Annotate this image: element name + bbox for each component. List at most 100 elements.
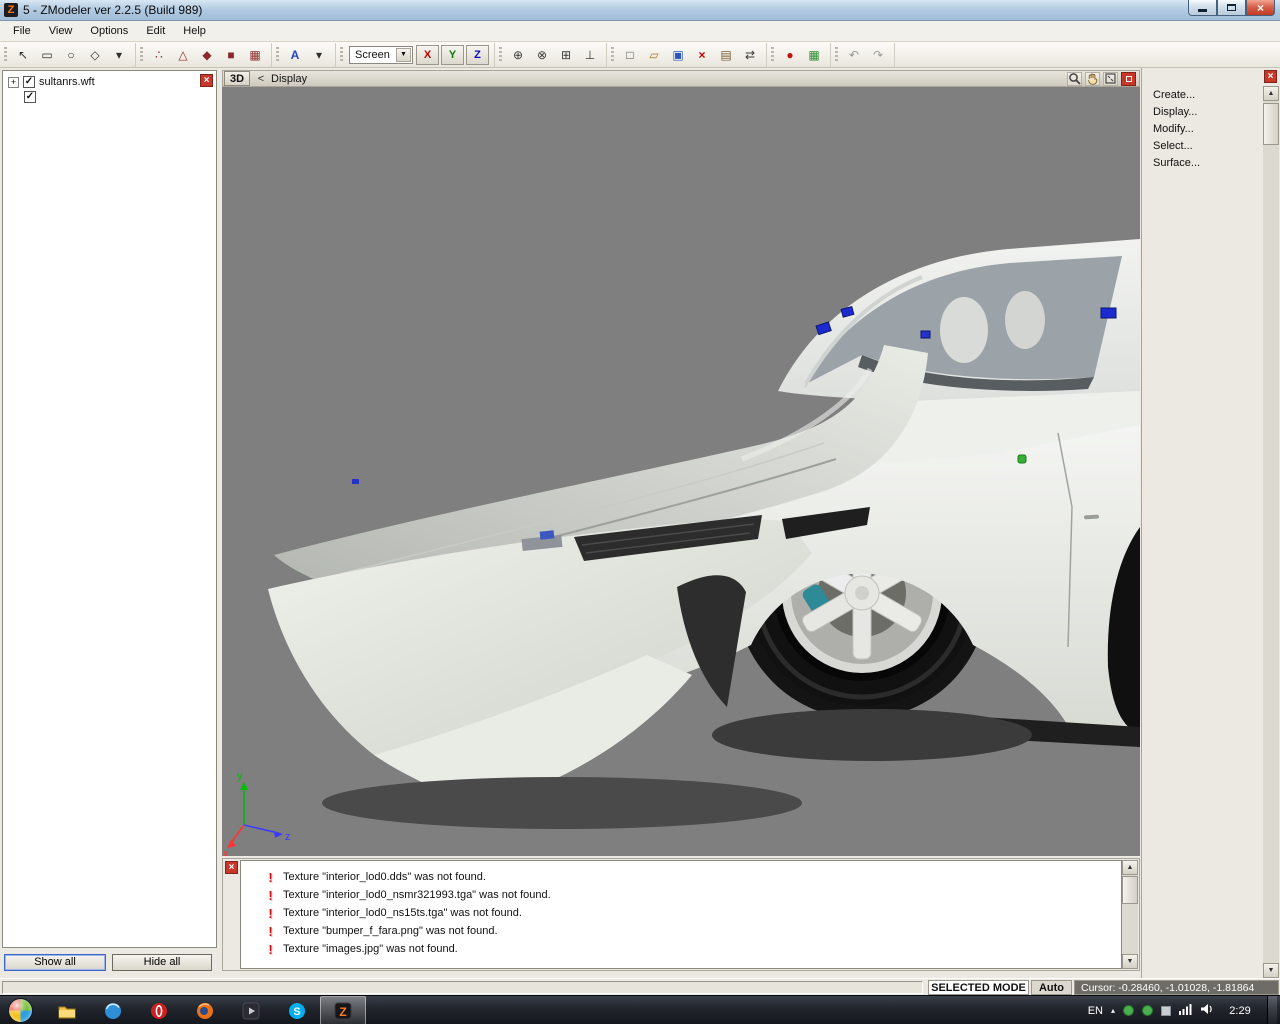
command-modify[interactable]: Modify... <box>1142 120 1262 137</box>
right-scrollbar-track[interactable] <box>1263 86 1279 978</box>
scene-tree[interactable]: × + ✓ sultanrs.wft ✓ <box>2 70 217 948</box>
snap-edge-icon[interactable]: ⊗ <box>531 45 553 65</box>
vertices-level-icon[interactable]: ∴ <box>148 45 170 65</box>
titlebar[interactable]: Z 5 - ZModeler ver 2.2.5 (Build 989) × <box>0 0 1280 21</box>
start-button[interactable] <box>8 998 33 1023</box>
close-button[interactable]: × <box>1246 0 1275 16</box>
viewport-mode-title[interactable]: Display <box>271 73 307 85</box>
coordinate-space-combobox[interactable]: Screen ▼ <box>349 46 413 64</box>
log-scrollbar[interactable]: ▲ ▼ <box>1122 860 1138 969</box>
polygons-level-icon[interactable]: ◆ <box>196 45 218 65</box>
tray-app-icon-1[interactable] <box>1123 1005 1134 1016</box>
uv-mapper-icon[interactable]: ▦ <box>803 45 825 65</box>
fit-view-icon[interactable] <box>1103 72 1118 86</box>
hidden-icons-arrow-icon[interactable]: ▴ <box>1111 1006 1115 1015</box>
command-display[interactable]: Display... <box>1142 103 1262 120</box>
attributes-icon[interactable]: A <box>284 45 306 65</box>
tab-3d-view[interactable]: 3D <box>224 71 250 86</box>
tree-close-icon[interactable]: × <box>200 74 213 87</box>
maximize-button[interactable] <box>1217 0 1246 16</box>
command-create[interactable]: Create... <box>1142 86 1262 103</box>
menu-help[interactable]: Help <box>174 22 215 40</box>
log-list[interactable]: ! Texture "interior_lod0.dds" was not fo… <box>240 860 1122 969</box>
pan-hand-icon[interactable] <box>1085 72 1100 86</box>
menu-options[interactable]: Options <box>81 22 137 40</box>
select-mode-dropdown-icon[interactable]: ▾ <box>108 45 130 65</box>
viewport-collapse-arrow[interactable]: < <box>255 73 267 85</box>
language-indicator[interactable]: EN <box>1088 1005 1103 1017</box>
paste-icon[interactable]: ▤ <box>715 45 737 65</box>
minimize-button[interactable] <box>1188 0 1217 16</box>
hide-all-button[interactable]: Hide all <box>112 954 212 971</box>
scroll-down-icon[interactable]: ▼ <box>1122 954 1138 969</box>
select-circle-icon[interactable]: ○ <box>60 45 82 65</box>
menu-view[interactable]: View <box>40 22 82 40</box>
snap-grid-icon[interactable]: ⊞ <box>555 45 577 65</box>
viewport-3d[interactable]: y z x <box>222 87 1140 856</box>
undo-icon[interactable]: ↶ <box>843 45 865 65</box>
edges-level-icon[interactable]: △ <box>172 45 194 65</box>
objects-level-icon[interactable]: ■ <box>220 45 242 65</box>
scroll-up-icon[interactable]: ▲ <box>1263 86 1279 101</box>
taskbar-skype-icon[interactable]: S <box>274 996 320 1024</box>
chevron-down-icon[interactable]: ▼ <box>396 48 411 62</box>
log-entry[interactable]: ! Texture "interior_lod0_nsmr321993.tga"… <box>241 886 1121 904</box>
log-entry[interactable]: ! Texture "images.jpg" was not found. <box>241 940 1121 958</box>
menu-edit[interactable]: Edit <box>137 22 174 40</box>
delete-icon[interactable]: × <box>691 45 713 65</box>
show-all-button[interactable]: Show all <box>4 954 106 971</box>
attributes-dropdown-icon[interactable]: ▾ <box>308 45 330 65</box>
status-auto-toggle[interactable]: Auto <box>1031 980 1072 995</box>
select-single-icon[interactable]: ↖ <box>12 45 34 65</box>
zmodeler-app-icon[interactable]: Z <box>4 3 18 17</box>
log-scrollbar-thumb[interactable] <box>1122 876 1138 904</box>
log-entry[interactable]: ! Texture "bumper_f_fara.png" was not fo… <box>241 922 1121 940</box>
menu-file[interactable]: File <box>4 22 40 40</box>
select-quad-icon[interactable]: ▭ <box>36 45 58 65</box>
volume-icon[interactable] <box>1200 1003 1213 1018</box>
taskbar-windows-explorer-icon[interactable] <box>44 996 90 1024</box>
taskbar-clock[interactable]: 2:29 <box>1221 1005 1259 1017</box>
uv-level-icon[interactable]: ▦ <box>244 45 266 65</box>
tray-app-icon-2[interactable] <box>1142 1005 1153 1016</box>
axis-x-toggle[interactable]: X <box>416 45 439 65</box>
svg-text:S: S <box>293 1006 300 1018</box>
command-select[interactable]: Select... <box>1142 137 1262 154</box>
new-file-icon[interactable]: □ <box>619 45 641 65</box>
tree-root-row[interactable]: + ✓ sultanrs.wft <box>3 71 216 88</box>
redo-icon[interactable]: ↷ <box>867 45 889 65</box>
tree-root-label[interactable]: sultanrs.wft <box>39 76 95 88</box>
tree-expander-icon[interactable]: + <box>8 77 19 88</box>
scroll-down-icon[interactable]: ▼ <box>1263 963 1279 978</box>
panel-close-icon[interactable]: × <box>1264 70 1277 83</box>
material-editor-icon[interactable]: ● <box>779 45 801 65</box>
tree-root-checkbox[interactable]: ✓ <box>23 76 35 88</box>
select-polygon-icon[interactable]: ◇ <box>84 45 106 65</box>
zoom-icon[interactable] <box>1067 72 1082 86</box>
open-file-icon[interactable]: ▱ <box>643 45 665 65</box>
tray-app-icon-3[interactable] <box>1161 1006 1171 1016</box>
right-scrollbar[interactable]: × ▲ ▼ <box>1263 70 1279 978</box>
taskbar-opera-icon[interactable] <box>136 996 182 1024</box>
tree-child-checkbox[interactable]: ✓ <box>24 91 36 103</box>
tree-child-row[interactable]: ✓ <box>3 88 216 103</box>
taskbar-internet-browser-icon[interactable] <box>90 996 136 1024</box>
taskbar-zmodeler-icon[interactable]: Z <box>320 996 366 1024</box>
taskbar-firefox-icon[interactable] <box>182 996 228 1024</box>
show-desktop-button[interactable] <box>1267 996 1277 1024</box>
log-entry[interactable]: ! Texture "interior_lod0.dds" was not fo… <box>241 868 1121 886</box>
snap-vertex-icon[interactable]: ⊕ <box>507 45 529 65</box>
log-close-icon[interactable]: × <box>225 861 238 874</box>
network-icon[interactable] <box>1179 1003 1192 1018</box>
normals-icon[interactable]: ⊥ <box>579 45 601 65</box>
command-surface[interactable]: Surface... <box>1142 154 1262 171</box>
right-scrollbar-thumb[interactable] <box>1263 103 1279 145</box>
viewport-layout-icon[interactable] <box>1121 72 1136 86</box>
taskbar-media-player-icon[interactable] <box>228 996 274 1024</box>
log-entry[interactable]: ! Texture "interior_lod0_ns15ts.tga" was… <box>241 904 1121 922</box>
axis-z-toggle[interactable]: Z <box>466 45 489 65</box>
save-file-icon[interactable]: ▣ <box>667 45 689 65</box>
export-icon[interactable]: ⇄ <box>739 45 761 65</box>
scroll-up-icon[interactable]: ▲ <box>1122 860 1138 875</box>
axis-y-toggle[interactable]: Y <box>441 45 464 65</box>
